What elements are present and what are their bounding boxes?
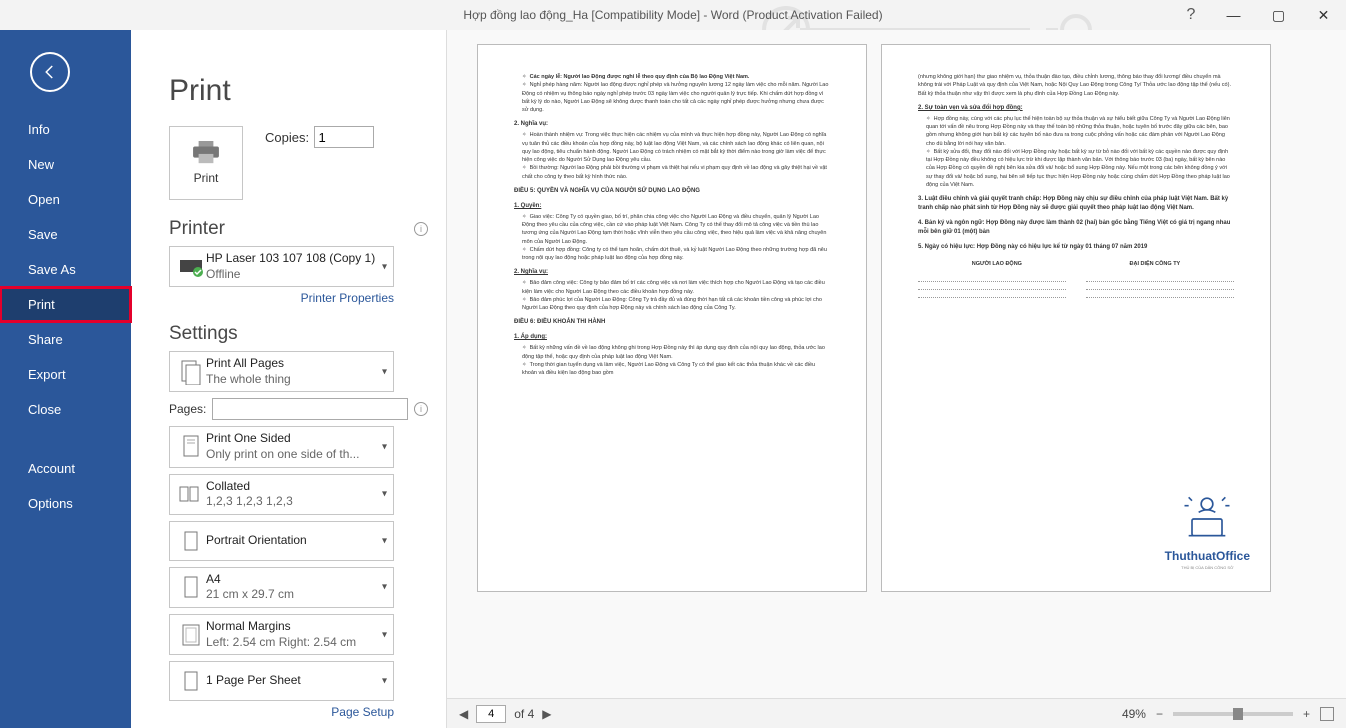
copies-label: Copies: xyxy=(265,130,309,145)
paper-icon xyxy=(176,572,206,602)
pages-per-sheet-dropdown[interactable]: 1 Page Per Sheet ▾ xyxy=(169,661,394,701)
nav-open[interactable]: Open xyxy=(0,182,131,217)
preview-page-1: Các ngày lễ: Người lao Động được nghỉ lễ… xyxy=(477,44,867,592)
nav-save-as[interactable]: Save As xyxy=(0,252,131,287)
nav-new[interactable]: New xyxy=(0,147,131,182)
back-button[interactable] xyxy=(30,52,70,92)
copies-input[interactable] xyxy=(314,126,374,148)
fit-to-window-button[interactable] xyxy=(1320,707,1334,721)
settings-section-label: Settings xyxy=(169,323,238,345)
nav-share[interactable]: Share xyxy=(0,322,131,357)
zoom-slider[interactable] xyxy=(1173,712,1293,716)
page-title: Print xyxy=(169,74,428,108)
paper-size-dropdown[interactable]: A421 cm x 29.7 cm ▾ xyxy=(169,567,394,608)
chevron-down-icon: ▾ xyxy=(382,489,387,500)
page-total-label: of 4 xyxy=(514,707,534,721)
print-preview: Các ngày lễ: Người lao Động được nghỉ lễ… xyxy=(446,30,1346,728)
chevron-down-icon: ▾ xyxy=(382,582,387,593)
pages-icon xyxy=(176,357,206,387)
zoom-label: 49% xyxy=(1122,707,1146,721)
nav-print[interactable]: Print xyxy=(0,287,131,322)
prev-page-button[interactable]: ◀ xyxy=(459,707,468,721)
watermark-logo: ThuthuatOffice THỦ BỊ CỦA DÂN CÔNG SỞ xyxy=(1165,494,1250,571)
maximize-button[interactable]: ▢ xyxy=(1256,0,1301,30)
help-button[interactable]: ? xyxy=(1176,6,1206,24)
printer-section-label: Printer xyxy=(169,218,225,240)
chevron-down-icon: ▾ xyxy=(382,629,387,640)
current-page-input[interactable] xyxy=(476,705,506,723)
chevron-down-icon: ▾ xyxy=(382,261,387,272)
printer-icon xyxy=(191,141,221,165)
orientation-dropdown[interactable]: Portrait Orientation ▾ xyxy=(169,521,394,561)
title-bar: Hợp đồng lao động_Ha [Compatibility Mode… xyxy=(0,0,1346,30)
one-sided-icon xyxy=(176,432,206,462)
print-panel: Print Print Copies: Printer i HP Laser 10… xyxy=(131,30,446,728)
close-button[interactable]: ✕ xyxy=(1301,0,1346,30)
sides-dropdown[interactable]: Print One SidedOnly print on one side of… xyxy=(169,426,394,467)
pages-info-icon[interactable]: i xyxy=(414,402,428,416)
minimize-button[interactable]: — xyxy=(1211,0,1256,30)
collate-dropdown[interactable]: Collated1,2,3 1,2,3 1,2,3 ▾ xyxy=(169,474,394,515)
portrait-icon xyxy=(176,526,206,556)
printer-properties-link[interactable]: Printer Properties xyxy=(169,291,394,305)
print-range-dropdown[interactable]: Print All PagesThe whole thing ▾ xyxy=(169,351,394,392)
pages-label: Pages: xyxy=(169,402,206,416)
preview-footer: ◀ of 4 ▶ 49% − + xyxy=(447,698,1346,728)
nav-export[interactable]: Export xyxy=(0,357,131,392)
collated-icon xyxy=(176,479,206,509)
zoom-in-button[interactable]: + xyxy=(1303,707,1310,721)
backstage-nav: Info New Open Save Save As Print Share E… xyxy=(0,30,131,728)
chevron-down-icon: ▾ xyxy=(382,366,387,377)
printer-info-icon[interactable]: i xyxy=(414,222,428,236)
nav-account[interactable]: Account xyxy=(0,451,131,486)
printer-dropdown[interactable]: HP Laser 103 107 108 (Copy 1)Offline ▾ xyxy=(169,246,394,287)
margins-dropdown[interactable]: Normal MarginsLeft: 2.54 cm Right: 2.54 … xyxy=(169,614,394,655)
print-button[interactable]: Print xyxy=(169,126,243,200)
nav-options[interactable]: Options xyxy=(0,486,131,521)
page-setup-link[interactable]: Page Setup xyxy=(169,705,394,719)
next-page-button[interactable]: ▶ xyxy=(542,707,551,721)
printer-status-icon xyxy=(176,252,206,282)
chevron-down-icon: ▾ xyxy=(382,535,387,546)
nav-save[interactable]: Save xyxy=(0,217,131,252)
window-title: Hợp đồng lao động_Ha [Compatibility Mode… xyxy=(463,8,882,22)
preview-page-2: (nhưng không giới hạn) thư giao nhiệm vụ… xyxy=(881,44,1271,592)
chevron-down-icon: ▾ xyxy=(382,441,387,452)
margins-icon xyxy=(176,620,206,650)
zoom-out-button[interactable]: − xyxy=(1156,707,1163,721)
chevron-down-icon: ▾ xyxy=(382,676,387,687)
person-laptop-icon xyxy=(1172,494,1242,544)
nav-info[interactable]: Info xyxy=(0,112,131,147)
per-sheet-icon xyxy=(176,666,206,696)
nav-close[interactable]: Close xyxy=(0,392,131,427)
pages-input[interactable] xyxy=(212,398,408,420)
